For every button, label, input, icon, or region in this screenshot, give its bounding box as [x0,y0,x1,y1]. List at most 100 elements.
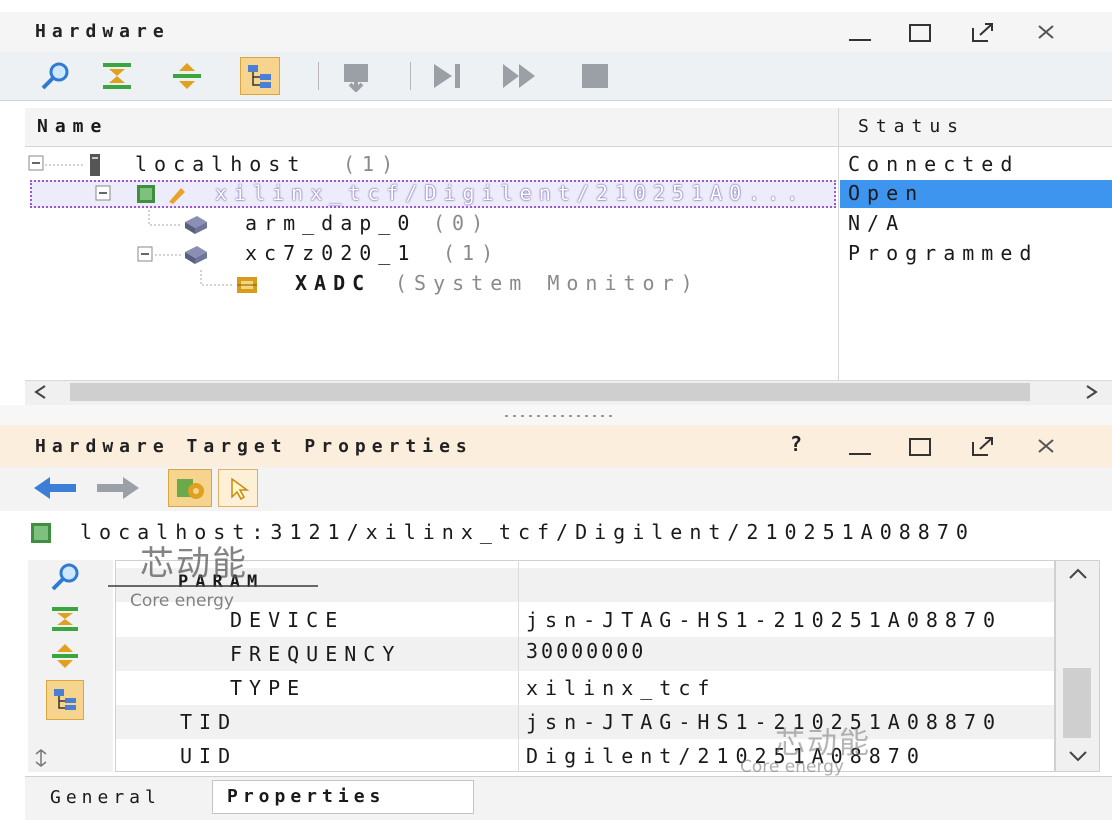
tree-connector [155,254,181,256]
jtag-cable-icon [137,185,155,203]
property-row-frequency[interactable]: FREQUENCY 30000000 [116,637,1054,671]
watermark-en: Core energy [740,757,844,777]
tab-general[interactable]: General [50,787,161,808]
minimize-icon[interactable] [845,434,875,460]
settings-toggle-button[interactable] [168,469,212,507]
property-row-tid[interactable]: TID jsn-JTAG-HS1-210251A08870 [116,705,1054,739]
float-icon[interactable] [968,20,998,46]
collapse-toggle-icon[interactable] [95,185,113,203]
jtag-cable-icon [31,523,51,543]
maximize-icon[interactable] [905,20,935,46]
scroll-up-icon[interactable] [1066,566,1090,582]
search-icon[interactable] [38,60,72,92]
property-row-device[interactable]: DEVICE jsn-JTAG-HS1-210251A08870 [116,603,1054,637]
tree-item-count: (0) [433,211,491,235]
column-header-name[interactable]: Name [37,116,108,137]
back-arrow-icon[interactable] [32,473,78,503]
hardware-title-bar: Hardware [0,12,1112,52]
toolbar-divider [318,62,319,90]
tree-item-count: (System Monitor) [395,271,700,295]
collapse-all-icon[interactable] [50,605,80,633]
hierarchy-icon [54,689,76,710]
system-monitor-icon [237,277,257,293]
tab-properties-label: Properties [227,786,386,807]
tree-item-name: XADC [295,271,372,295]
property-value: xilinx_tcf [526,676,717,700]
property-name: FREQUENCY [230,642,402,666]
tree-item-count: (1) [343,152,401,176]
property-name: UID [180,744,238,768]
float-icon[interactable] [968,434,998,460]
properties-toolbar [0,467,1112,511]
hierarchy-toggle-button[interactable] [240,57,280,95]
tree-connector [148,210,181,226]
collapse-all-icon[interactable] [100,60,134,92]
tree-row-arm-dap[interactable]: arm_dap_0 (0) N/A [25,210,1112,240]
help-button[interactable]: ? [790,432,808,456]
expand-all-icon[interactable] [170,60,204,92]
property-row-type[interactable]: TYPE xilinx_tcf [116,671,1054,705]
property-value: jsn-JTAG-HS1-210251A08870 [526,608,1003,632]
property-name: TYPE [230,676,307,700]
gear-icon [177,479,204,499]
tree-item-name: xc7z020_1 [245,241,417,265]
device-chip-icon [185,246,207,264]
select-mode-button[interactable] [218,469,258,507]
scroll-left-icon[interactable] [30,383,52,401]
close-icon[interactable] [1033,434,1059,460]
watermark-line [108,585,318,587]
device-chip-icon [185,216,207,234]
tree-item-name: xilinx_tcf/Digilent/210251A0... [215,181,806,205]
scroll-down-icon[interactable] [1066,748,1090,764]
tree-header: Name Status [25,108,1112,147]
fast-forward-icon[interactable] [500,60,542,92]
expand-all-icon[interactable] [50,642,80,670]
program-device-icon[interactable] [340,60,380,92]
stop-icon[interactable] [578,60,612,92]
watermark-cn: 芯动能 [775,726,871,761]
tab-properties[interactable]: Properties [212,780,474,814]
tree-item-status: N/A [848,211,906,235]
group-toggle-button[interactable] [46,680,84,720]
tree-row-xc7z020[interactable]: xc7z020_1 (1) Programmed [25,240,1112,270]
hardware-panel-title: Hardware [35,21,170,42]
collapse-toggle-icon[interactable] [28,155,46,173]
collapse-toggle-icon[interactable] [137,246,155,264]
tree-row-localhost[interactable]: localhost (1) Connected [25,150,1112,180]
property-value: jsn-JTAG-HS1-210251A08870 [526,710,1003,734]
properties-panel-title: Hardware Target Properties [35,436,473,457]
cursor-icon [231,477,250,501]
watermark-cn: 芯动能 [140,544,248,584]
property-value: 30000000 [526,639,647,663]
hierarchy-icon [248,65,271,88]
tree-row-hardware-target[interactable]: xilinx_tcf/Digilent/210251A0... Open [25,180,1112,210]
minimize-icon[interactable] [845,20,875,46]
run-icon[interactable] [430,60,466,92]
column-header-status[interactable]: Status [858,116,965,137]
horizontal-scrollbar-thumb[interactable] [70,383,1030,401]
properties-tab-bar: General [25,776,1112,820]
tree-item-count: (1) [443,241,501,265]
properties-side-toolbar [28,560,113,772]
property-column-divider[interactable] [518,560,519,772]
tree-connector [200,270,233,286]
vertical-scrollbar-thumb[interactable] [1063,668,1091,738]
forward-arrow-icon[interactable] [95,473,141,503]
tree-item-status: Connected [848,152,1020,176]
watermark-en: Core energy [130,591,234,611]
more-options-icon[interactable] [32,748,50,768]
close-icon[interactable] [1033,20,1059,46]
server-icon [90,154,100,176]
property-row-uid[interactable]: UID Digilent/210251A08870 [116,739,1054,773]
properties-title-bar: Hardware Target Properties ? [0,425,1112,467]
hardware-toolbar [0,52,1112,101]
tree-row-xadc[interactable]: XADC (System Monitor) [25,270,1112,300]
search-icon[interactable] [48,562,82,592]
panel-splitter[interactable] [0,405,1112,425]
tree-item-name: arm_dap_0 [245,211,417,235]
open-target-icon [169,188,185,204]
scroll-right-icon[interactable] [1080,383,1102,401]
vertical-scrollbar[interactable] [1055,560,1100,772]
property-name: TID [180,710,238,734]
maximize-icon[interactable] [905,434,935,460]
